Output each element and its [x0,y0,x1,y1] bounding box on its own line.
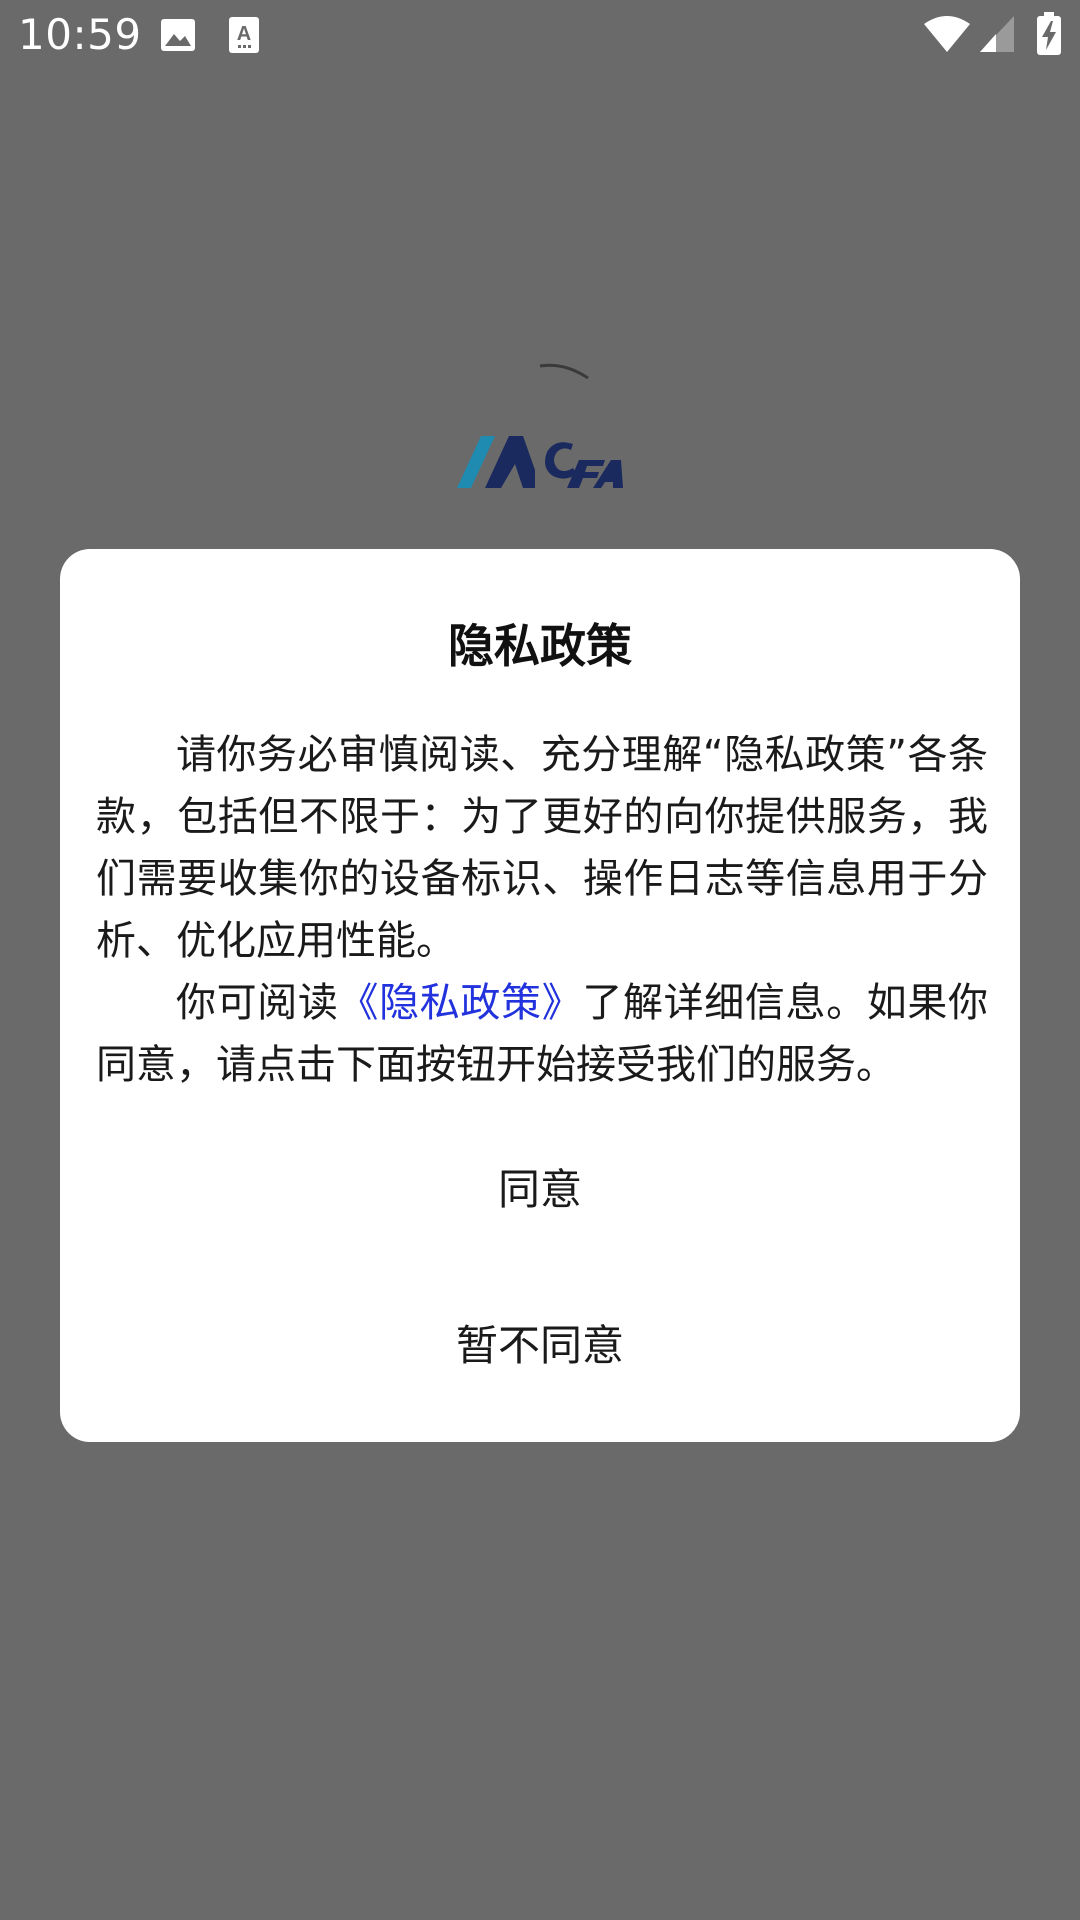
text-a-icon: A [228,16,260,58]
dialog-paragraph-1: 请你务必审慎阅读、充分理解“隐私政策”各条款，包括但不限于：为了更好的向你提供服… [96,732,988,964]
disagree-button[interactable]: 暂不同意 [60,1312,1020,1372]
dialog-title: 隐私政策 [448,619,632,673]
dialog-body: 请你务必审慎阅读、充分理解“隐私政策”各条款，包括但不限于：为了更好的向你提供服… [96,724,988,1096]
status-bar: 10:59 A [0,0,1080,72]
svg-text:A: A [237,23,251,45]
cellular-signal-icon [978,14,1016,58]
status-time: 10:59 [18,10,142,59]
acfa-logo-icon [455,430,625,496]
paragraph-2-prefix: 你可阅读 [176,980,339,1026]
dialog-paragraph-2: 你可阅读《隐私政策》了解详细信息。如果你同意，请点击下面按钮开始接受我们的服务。 [96,972,988,1096]
app-screen: 10:59 A 隐私政策 请你务必审慎阅读、充分理解“隐私政策”各条款，包括但不… [0,0,1080,1920]
wifi-icon [922,14,972,58]
agree-button[interactable]: 同意 [60,1156,1020,1216]
privacy-policy-link[interactable]: 《隐私政策》 [339,980,583,1026]
image-icon [160,18,196,56]
battery-charging-icon [1036,12,1062,60]
loading-arc-icon [530,354,590,388]
